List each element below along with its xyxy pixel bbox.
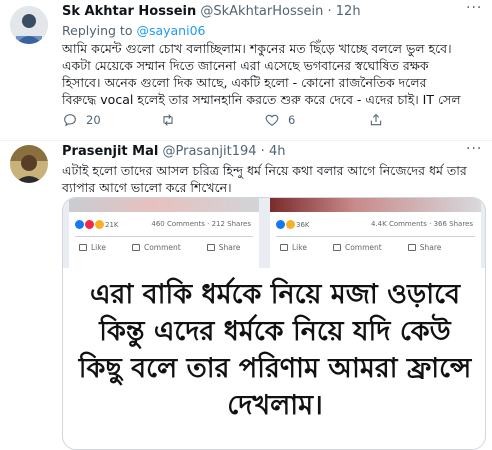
caption-line: দেখলাম। [227,390,323,421]
more-horizontal-icon[interactable]: ··· [466,0,482,16]
avatar[interactable] [10,6,48,44]
reply-button[interactable]: 20 [62,112,160,128]
post-action-row: Like Comment Share [280,243,473,252]
replying-prefix: Replying to [62,23,137,38]
reaction-count: 21K [105,220,119,229]
post-stats: 21K 460 Comments · 212 Shares [75,220,251,231]
facebook-post-preview-left: 21K 460 Comments · 212 Shares Like Comme… [69,198,259,268]
tweet-actions: 20 6 [62,112,384,128]
love-reaction-icon [85,220,94,229]
tweet-header: Prasenjit Mal @Prasanjit194 · 4h [62,144,285,159]
author-name[interactable]: Sk Akhtar Hossein [62,4,196,19]
comment-icon [131,244,140,251]
comments-shares: 460 Comments · 212 Shares [151,220,251,228]
comment-icon [332,244,341,251]
heart-icon [265,114,279,126]
author-handle[interactable]: @Prasanjit194 [162,144,256,159]
comments-shares: 4.4K Comments · 366 Shares [371,220,473,228]
fb-share-label: Share [206,243,240,252]
share-button[interactable] [368,112,384,128]
tweet-text-line: বিরুদ্ধে vocal হলেই তার সম্মানহানি করতে … [62,92,461,107]
share-arrow-icon [407,244,416,251]
tweet-sk-akhtar-hossein[interactable]: Sk Akhtar Hossein @SkAkhtarHossein · 12h… [0,0,492,140]
separator-dot: · [260,144,265,159]
like-reaction-icon [276,220,285,229]
caption-line: কিন্তু এদের ধর্মকে নিয়ে যদি কেউ [99,316,451,347]
thumbs-up-icon [280,244,288,251]
more-horizontal-icon[interactable]: ··· [466,141,482,157]
fb-comment-label: Comment [131,243,181,252]
image-caption: এরা বাকি ধর্মকে নিয়ে মজা ওড়াবে কিন্তু … [63,268,485,449]
fb-comment-label: Comment [332,243,382,252]
haha-reaction-icon [286,220,295,229]
post-stats: 36K 4.4K Comments · 366 Shares [276,220,473,231]
facebook-post-preview-right: 36K 4.4K Comments · 366 Shares Like Comm… [270,198,481,268]
post-action-row: Like Comment Share [79,243,251,252]
tweet-text-line: এটাই হলো তাদের আসল চরিত্র হিন্দু ধর্ম নি… [62,163,467,178]
share-icon [370,113,382,126]
caption-line: কিছু বলে তার পরিণাম আমরা ফ্রান্সে [78,353,472,384]
reaction-icons: 36K [276,220,310,229]
blurred-photo-strip [69,198,259,212]
retweet-icon [163,114,173,126]
author-handle[interactable]: @SkAkhtarHossein [200,4,323,19]
timestamp[interactable]: 12h [336,4,361,19]
avatar[interactable] [10,145,48,183]
like-button[interactable]: 6 [264,112,368,128]
reaction-count: 36K [296,220,310,229]
reply-icon [64,114,76,127]
fb-like-label: Like [79,243,106,252]
thumbs-up-icon [79,244,87,251]
tweet-header: Sk Akhtar Hossein @SkAkhtarHossein · 12h [62,4,361,19]
tweet-text-line: ব্যাপার আগে ভালো করে শিখেনে। [62,180,232,195]
replying-mention-link[interactable]: @sayani06 [136,23,205,38]
divider [75,236,253,237]
haha-reaction-icon [95,220,104,229]
like-reaction-icon [75,220,84,229]
author-name[interactable]: Prasenjit Mal [62,144,158,159]
share-arrow-icon [206,244,215,251]
timestamp[interactable]: 4h [269,144,286,159]
tweet-text-line: একটা মেয়েকে সম্মান দিতে জানেনা এরা এসেছ… [62,58,429,73]
tweet-text: আমি কমেন্ট গুলো চোখ বলাচ্ছিলাম। শকুনের ম… [62,40,461,108]
like-count: 6 [288,113,296,127]
caption-line: এরা বাকি ধর্মকে নিয়ে মজা ওড়াবে [90,279,460,310]
reply-count: 20 [86,113,101,127]
divider [276,236,475,237]
retweet-button[interactable] [160,112,264,128]
reaction-icons: 21K [75,220,119,229]
separator-dot: · [327,4,332,19]
tweet-text-line: হিসাবে। অনেক গুলো দিক আছে, একটি হলো - কো… [62,75,427,90]
fb-share-label: Share [407,243,441,252]
tweet-image[interactable]: 21K 460 Comments · 212 Shares Like Comme… [62,197,486,450]
blurred-photo-strip [270,198,481,212]
fb-like-label: Like [280,243,307,252]
tweet-text: এটাই হলো তাদের আসল চরিত্র হিন্দু ধর্ম নি… [62,162,467,196]
tweet-text-line: আমি কমেন্ট গুলো চোখ বলাচ্ছিলাম। শকুনের ম… [62,41,452,56]
replying-to: Replying to @sayani06 [62,23,205,38]
